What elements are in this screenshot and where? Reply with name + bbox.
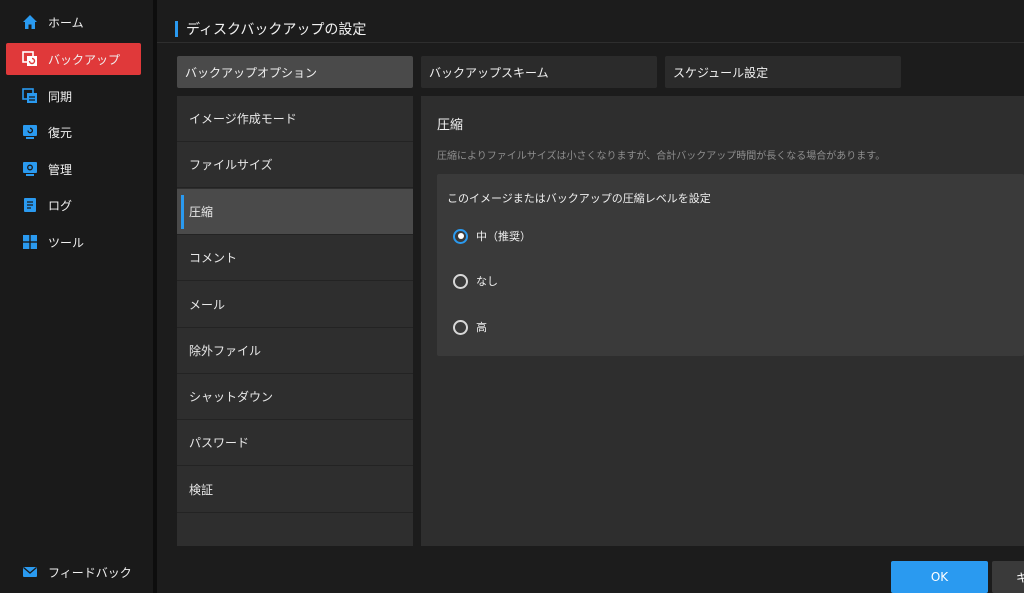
option-label: 圧縮 [189, 205, 214, 219]
option-password[interactable]: パスワード [177, 420, 413, 466]
option-label: イメージ作成モード [189, 112, 297, 126]
sidebar: ホーム バックアップ 同期 復元 管理 ログ ツール フィードバック [0, 0, 153, 593]
ok-button[interactable]: OK [891, 561, 988, 593]
compression-level-title: このイメージまたはバックアップの圧縮レベルを設定 [447, 192, 711, 205]
cancel-button[interactable]: キ [992, 561, 1024, 593]
option-exclude-files[interactable]: 除外ファイル [177, 328, 413, 374]
radio-button-checked[interactable] [453, 228, 468, 244]
option-label: 検証 [189, 483, 214, 497]
sidebar-item-manage[interactable]: 管理 [6, 153, 141, 185]
radio-button[interactable] [453, 319, 468, 335]
home-icon [22, 14, 38, 30]
option-label: パスワード [189, 436, 250, 450]
sidebar-item-label: ホーム [48, 15, 84, 30]
radio-medium[interactable]: 中（推奨） [453, 228, 531, 244]
compression-panel: 圧縮 圧縮によりファイルサイズは小さくなりますが、合計バックアップ時間が長くなる… [421, 96, 1024, 546]
page-title: ディスクバックアップの設定 [186, 22, 367, 38]
title-bar: ディスクバックアップの設定 [175, 20, 366, 38]
sidebar-item-label: ツール [48, 235, 85, 250]
sidebar-item-label: ログ [48, 198, 73, 213]
radio-label: なし [476, 275, 498, 288]
tab-backup-options[interactable]: バックアップオプション [177, 56, 413, 88]
sidebar-item-tools[interactable]: ツール [6, 226, 141, 258]
sync-icon [22, 88, 38, 104]
sidebar-item-label: 同期 [48, 89, 73, 104]
radio-label: 中（推奨） [476, 230, 531, 243]
radio-high[interactable]: 高 [453, 319, 487, 335]
section-title: 圧縮 [437, 118, 464, 133]
sidebar-item-home[interactable]: ホーム [6, 6, 141, 38]
option-label: コメント [189, 251, 238, 265]
option-image-mode[interactable]: イメージ作成モード [177, 96, 413, 142]
sidebar-item-restore[interactable]: 復元 [6, 116, 141, 148]
tab-schedule[interactable]: スケジュール設定 [665, 56, 901, 88]
option-label: 除外ファイル [189, 344, 262, 358]
option-email[interactable]: メール [177, 282, 413, 328]
sidebar-item-sync[interactable]: 同期 [6, 80, 141, 112]
title-accent [175, 21, 178, 37]
sidebar-item-label: 管理 [48, 162, 73, 177]
restore-icon [22, 124, 38, 140]
mail-icon [22, 564, 38, 580]
tab-label: バックアップスキーム [429, 65, 549, 80]
radio-none[interactable]: なし [453, 273, 498, 289]
sidebar-divider [153, 0, 157, 593]
option-verify[interactable]: 検証 [177, 467, 413, 513]
log-icon [22, 197, 38, 213]
manage-icon [22, 161, 38, 177]
option-file-size[interactable]: ファイルサイズ [177, 142, 413, 188]
tab-label: バックアップオプション [185, 65, 318, 80]
sidebar-item-label: バックアップ [48, 52, 121, 67]
option-compression[interactable]: 圧縮 [177, 189, 413, 235]
option-label: メール [189, 298, 226, 312]
compression-level-box: このイメージまたはバックアップの圧縮レベルを設定 中（推奨） なし 高 [437, 174, 1024, 356]
sidebar-item-backup[interactable]: バックアップ [6, 43, 141, 75]
tools-icon [22, 234, 38, 250]
option-label: ファイルサイズ [189, 158, 273, 172]
sidebar-item-label: 復元 [48, 125, 73, 140]
options-list: イメージ作成モード ファイルサイズ 圧縮 コメント メール 除外ファイル シャッ… [177, 96, 413, 546]
tab-backup-scheme[interactable]: バックアップスキーム [421, 56, 657, 88]
option-label: シャットダウン [189, 390, 274, 404]
divider [157, 42, 1024, 43]
option-shutdown[interactable]: シャットダウン [177, 374, 413, 420]
tab-label: スケジュール設定 [673, 65, 769, 80]
sidebar-item-feedback[interactable]: フィードバック [6, 556, 141, 588]
section-description: 圧縮によりファイルサイズは小さくなりますが、合計バックアップ時間が長くなる場合が… [437, 151, 886, 162]
sidebar-item-label: フィードバック [48, 565, 132, 580]
radio-button[interactable] [453, 273, 468, 289]
sidebar-item-log[interactable]: ログ [6, 189, 141, 221]
backup-icon [22, 51, 38, 67]
option-comment[interactable]: コメント [177, 235, 413, 281]
radio-label: 高 [476, 321, 487, 334]
